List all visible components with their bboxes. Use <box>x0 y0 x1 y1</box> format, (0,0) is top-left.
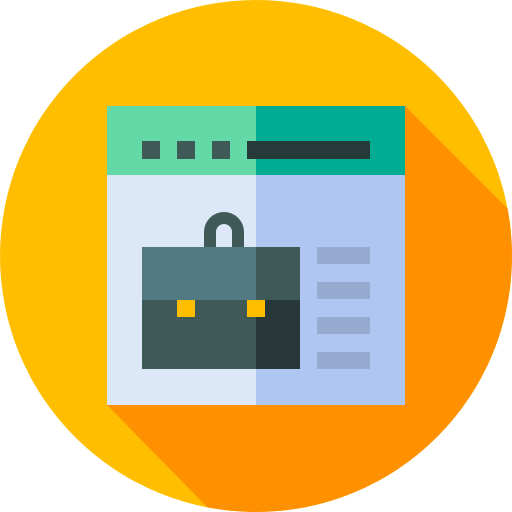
window-dot-icon <box>177 141 195 159</box>
window-dot-icon <box>142 141 160 159</box>
text-line <box>317 247 370 264</box>
text-line <box>317 317 370 334</box>
job-portal-icon <box>0 0 512 512</box>
briefcase-top-left <box>142 247 256 300</box>
window-header-left <box>107 106 256 175</box>
briefcase-clasp-left <box>177 300 195 317</box>
window-dot-icon <box>212 141 230 159</box>
window-header-right <box>256 106 405 175</box>
briefcase-clasp-right <box>247 300 265 317</box>
briefcase-bottom-left <box>142 300 256 369</box>
job-portal-browser-briefcase-icon <box>0 0 512 512</box>
text-line <box>317 352 370 369</box>
briefcase-top-right <box>256 247 300 300</box>
address-bar <box>247 141 370 159</box>
window-dots <box>142 141 230 159</box>
text-line <box>317 282 370 299</box>
